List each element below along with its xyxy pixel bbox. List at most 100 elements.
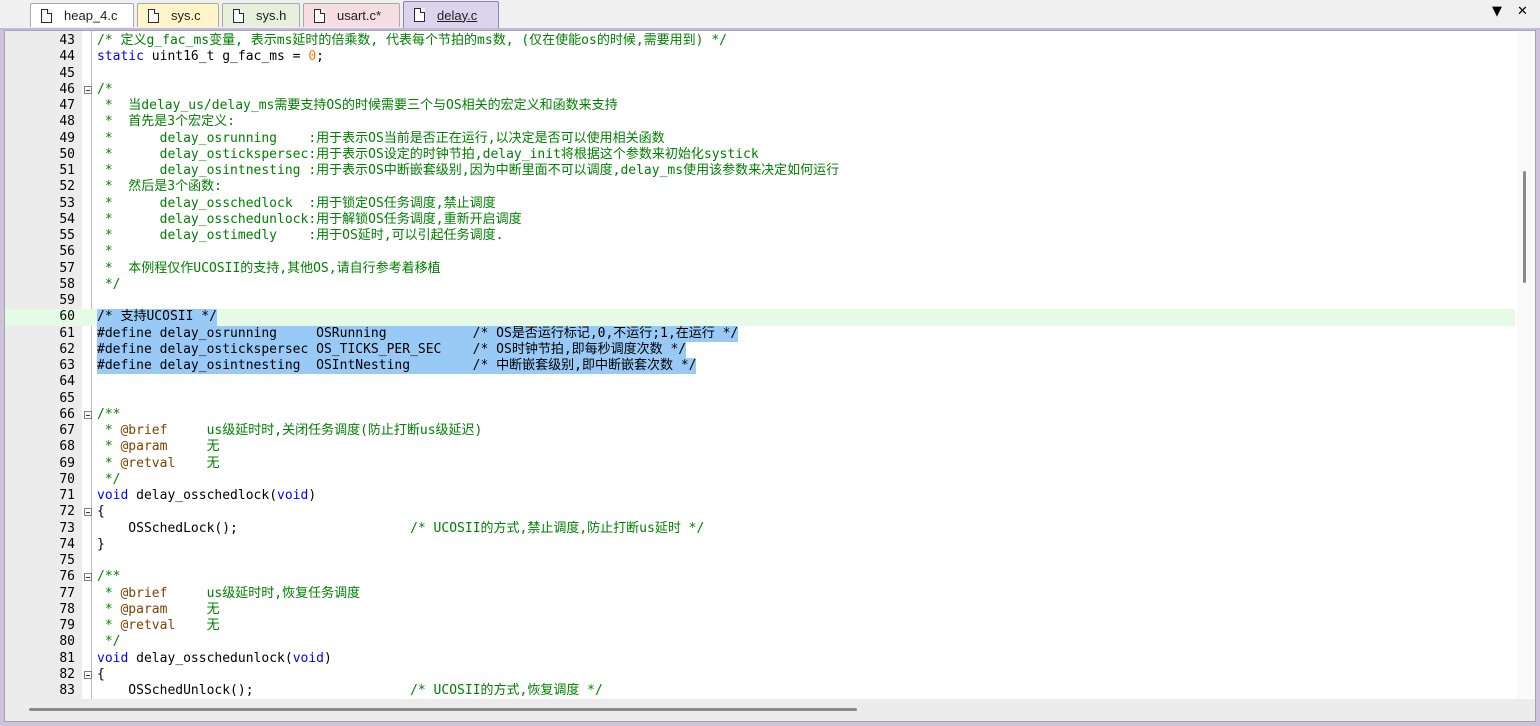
vertical-scrollbar[interactable] xyxy=(1517,31,1535,699)
code-line[interactable]: 62 #define delay_ostickspersec OS_TICKS_P… xyxy=(5,341,1515,358)
code-text: /** xyxy=(97,406,121,422)
code-text: * delay_osschedunlock:用于解锁OS任务调度,重新开启调度 xyxy=(97,211,522,227)
tab-label: sys.h xyxy=(256,8,287,23)
code-line[interactable]: 45 xyxy=(5,66,1515,82)
line-number: 79 xyxy=(59,618,75,633)
tab-label: delay.c xyxy=(437,7,478,23)
code-line[interactable]: 82 { xyxy=(5,667,1515,683)
code-line[interactable]: 79 * @retval 无 xyxy=(5,618,1515,634)
close-tab-icon[interactable]: ✕ xyxy=(1517,4,1528,19)
line-number: 69 xyxy=(59,455,75,471)
code-text: * delay_osintnesting :用于表示OS中断嵌套级别,因为中断里… xyxy=(97,163,840,178)
code-line[interactable]: 57 * 本例程仅作UCOSII的支持,其他OS,请自行参考着移植 xyxy=(5,261,1515,277)
code-line[interactable]: 73 OSSchedLock(); /* UCOSII的方式,禁止调度,防止打断… xyxy=(5,521,1515,537)
code-text: * @param 无 xyxy=(97,601,220,617)
code-line[interactable]: 75 xyxy=(5,553,1515,569)
code-line[interactable]: 46 /* xyxy=(5,82,1515,98)
tab-sys-h[interactable]: sys.h xyxy=(222,3,300,27)
line-number: 60 xyxy=(59,309,75,325)
code-line[interactable]: 51 * delay_osintnesting :用于表示OS中断嵌套级别,因为… xyxy=(5,163,1515,179)
line-number: 82 xyxy=(59,666,75,682)
code-line[interactable]: 77 * @brief us级延时时,恢复任务调度 xyxy=(5,586,1515,602)
code-editor[interactable]: 43 /* 定义g_fac_ms变量, 表示ms延时的倍乘数, 代表每个节拍的ms… xyxy=(4,30,1536,722)
horizontal-scroll-thumb[interactable] xyxy=(29,708,857,711)
code-line[interactable]: 83 OSSchedUnlock(); /* UCOSII的方式,恢复调度 */ xyxy=(5,683,1515,699)
tab-sys-c[interactable]: sys.c xyxy=(137,3,219,27)
line-number: 83 xyxy=(59,683,75,698)
code-line[interactable]: 70 */ xyxy=(5,472,1515,488)
file-icon xyxy=(314,8,325,23)
tab-usart-c[interactable]: usart.c* xyxy=(303,3,400,27)
code-line[interactable]: 43 /* 定义g_fac_ms变量, 表示ms延时的倍乘数, 代表每个节拍的ms… xyxy=(5,33,1515,49)
code-text: * @brief us级延时时,恢复任务调度 xyxy=(97,585,361,601)
line-number: 63 xyxy=(59,358,75,373)
code-line[interactable]: 67 * @brief us级延时时,关闭任务调度(防止打断us级延迟) xyxy=(5,423,1515,439)
line-number: 55 xyxy=(59,228,75,243)
code-line[interactable]: 65 xyxy=(5,391,1515,407)
tab-label: usart.c* xyxy=(337,8,382,23)
code-text: * @param 无 xyxy=(97,439,220,455)
code-line[interactable]: 59 xyxy=(5,293,1515,309)
line-number: 48 xyxy=(59,114,75,130)
code-text: OSSchedLock(); /* UCOSII的方式,禁止调度,防止打断us延… xyxy=(97,520,705,536)
line-number: 81 xyxy=(59,650,75,666)
line-number: 45 xyxy=(59,65,75,81)
code-text: * delay_ostimedly :用于OS延时,可以引起任务调度. xyxy=(97,228,504,243)
code-text: * @brief us级延时时,关闭任务调度(防止打断us级延迟) xyxy=(97,423,483,438)
fold-toggle-icon[interactable] xyxy=(84,85,92,94)
file-icon xyxy=(148,8,159,23)
code-line[interactable]: 71 void delay_osschedlock(void) xyxy=(5,488,1515,504)
code-line[interactable]: 48 * 首先是3个宏定义: xyxy=(5,114,1515,130)
fold-toggle-icon[interactable] xyxy=(84,670,92,679)
code-text: void delay_osschedlock(void) xyxy=(97,488,317,503)
code-line[interactable]: 56 * xyxy=(5,244,1515,260)
code-line[interactable]: 81 void delay_osschedunlock(void) xyxy=(5,651,1515,667)
code-line[interactable]: 61 #define delay_osrunning OSRunning /* O… xyxy=(5,325,1515,342)
code-line[interactable]: 76 /** xyxy=(5,569,1515,585)
line-number: 75 xyxy=(59,553,75,568)
line-number: 78 xyxy=(59,601,75,617)
code-line[interactable]: 66 /** xyxy=(5,407,1515,423)
tab-list-dropdown-icon[interactable]: ▼ xyxy=(1492,4,1502,19)
tab-delay-c[interactable]: delay.c xyxy=(403,1,499,28)
code-text: * @retval 无 xyxy=(97,618,220,633)
file-icon xyxy=(414,8,425,22)
code-text: */ xyxy=(97,276,121,292)
vertical-scroll-thumb[interactable] xyxy=(1523,171,1526,283)
code-line[interactable]: 64 xyxy=(5,374,1515,390)
code-line[interactable]: 55 * delay_ostimedly :用于OS延时,可以引起任务调度. xyxy=(5,228,1515,244)
line-number: 65 xyxy=(59,390,75,406)
code-line[interactable]: 80 */ xyxy=(5,634,1515,650)
line-number: 53 xyxy=(59,195,75,211)
line-number: 51 xyxy=(59,163,75,178)
tab-heap-4-c[interactable]: heap_4.c xyxy=(30,3,134,27)
code-lines[interactable]: 43 /* 定义g_fac_ms变量, 表示ms延时的倍乘数, 代表每个节拍的ms… xyxy=(5,33,1515,699)
code-text: #define delay_osintnesting OSIntNesting … xyxy=(97,358,697,375)
code-line[interactable]: 44 static uint16_t g_fac_ms = 0; xyxy=(5,49,1515,65)
code-line[interactable]: 74} xyxy=(5,537,1515,553)
code-line[interactable]: 58 */ xyxy=(5,277,1515,293)
code-line[interactable]: 50 * delay_ostickspersec:用于表示OS设定的时钟节拍,d… xyxy=(5,147,1515,163)
fold-toggle-icon[interactable] xyxy=(84,410,92,419)
code-line[interactable]: 60 /* 支持UCOSII */ xyxy=(5,309,1515,326)
code-line[interactable]: 78 * @param 无 xyxy=(5,602,1515,618)
line-number: 50 xyxy=(59,146,75,162)
line-number: 76 xyxy=(59,569,75,585)
code-line[interactable]: 49 * delay_osrunning :用于表示OS当前是否正在运行,以决定… xyxy=(5,131,1515,147)
code-line[interactable]: 69 * @retval 无 xyxy=(5,456,1515,472)
fold-toggle-icon[interactable] xyxy=(84,573,92,582)
code-line[interactable]: 54 * delay_osschedunlock:用于解锁OS任务调度,重新开启… xyxy=(5,212,1515,228)
line-number: 74 xyxy=(59,536,75,552)
code-line[interactable]: 52 * 然后是3个函数: xyxy=(5,179,1515,195)
horizontal-scrollbar[interactable] xyxy=(5,699,1535,721)
code-line[interactable]: 68 * @param 无 xyxy=(5,439,1515,455)
code-text: * 然后是3个函数: xyxy=(97,179,222,195)
fold-toggle-icon[interactable] xyxy=(84,508,92,517)
code-line[interactable]: 47 * 当delay_us/delay_ms需要支持OS的时候需要三个与OS相… xyxy=(5,98,1515,114)
code-text: } xyxy=(97,536,105,552)
code-line[interactable]: 63 #define delay_osintnesting OSIntNestin… xyxy=(5,358,1515,375)
code-text: #define delay_ostickspersec OS_TICKS_PER… xyxy=(97,341,687,358)
code-line[interactable]: 53 * delay_osschedlock :用于锁定OS任务调度,禁止调度 xyxy=(5,196,1515,212)
code-line[interactable]: 72 { xyxy=(5,504,1515,520)
code-text: * delay_ostickspersec:用于表示OS设定的时钟节拍,dela… xyxy=(97,146,759,162)
